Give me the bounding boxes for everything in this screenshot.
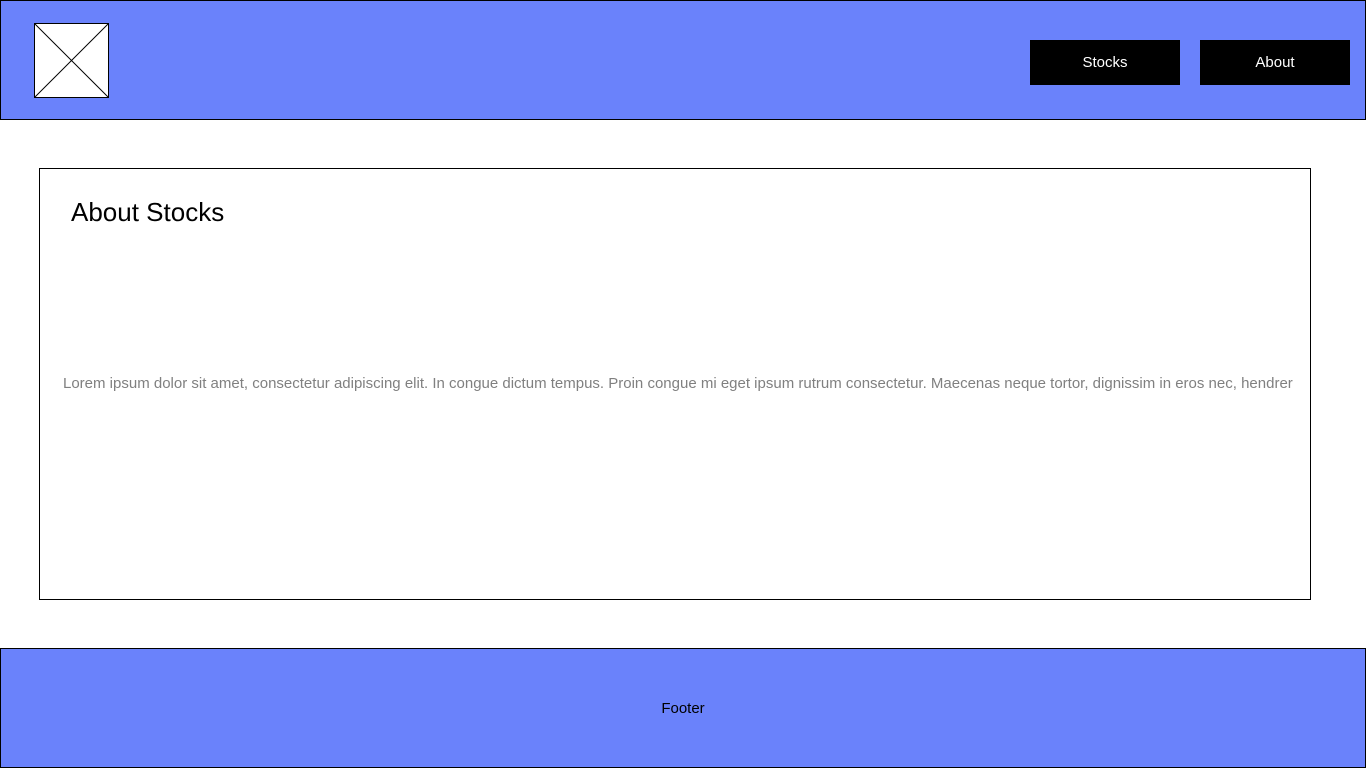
header: Stocks About — [0, 0, 1366, 120]
footer: Footer — [0, 648, 1366, 768]
about-nav-button[interactable]: About — [1200, 40, 1350, 85]
stocks-nav-button[interactable]: Stocks — [1030, 40, 1180, 85]
about-content-panel: About Stocks Lorem ipsum dolor sit amet,… — [39, 168, 1311, 600]
footer-label: Footer — [661, 699, 705, 717]
about-body-text: Lorem ipsum dolor sit amet, consectetur … — [63, 375, 1293, 392]
image-placeholder-icon — [34, 23, 109, 98]
page-title: About Stocks — [71, 197, 225, 227]
page: Stocks About About Stocks Lorem ipsum do… — [0, 0, 1366, 768]
